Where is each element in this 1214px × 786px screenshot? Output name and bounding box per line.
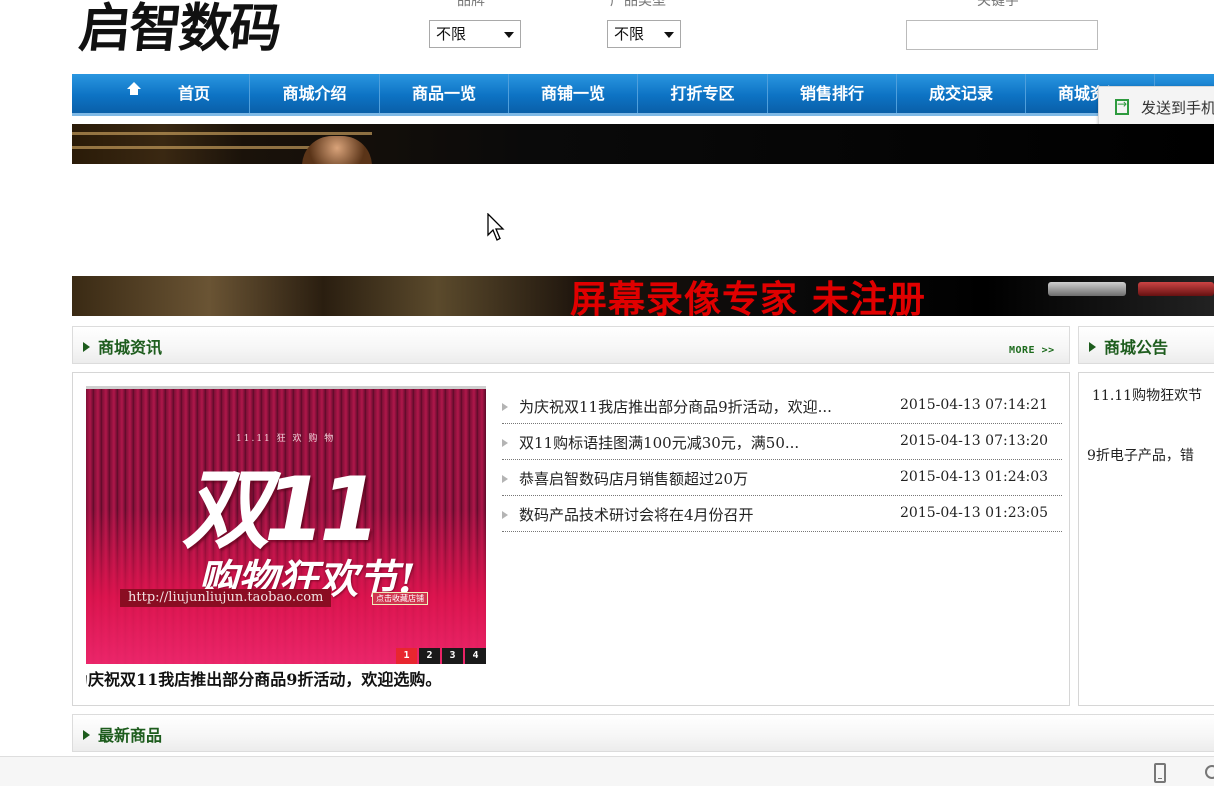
news-section-title: 商城资讯 [83, 334, 162, 358]
brand-filter-label: 品牌 [457, 0, 485, 9]
slide-page-1[interactable]: 1 [396, 648, 417, 664]
nav-shops[interactable]: 商铺一览 [509, 74, 638, 113]
banner-figure [302, 136, 372, 164]
bullet-icon [502, 439, 508, 447]
news-title[interactable]: 恭喜启智数码店月销售额超过20万 [519, 468, 748, 489]
news-date: 2015-04-13 01:23:05 [900, 505, 1049, 521]
news-list-item[interactable]: 为庆祝双11我店推出部分商品9折活动，欢迎... 2015-04-13 07:1… [502, 388, 1062, 424]
send-to-phone-label: 发送到手机 [1141, 99, 1214, 117]
slide-url: http://liujunliujun.taobao.com [120, 589, 332, 607]
phone-icon[interactable] [1154, 763, 1166, 783]
notice-section-title: 商城公告 [1089, 334, 1168, 358]
nav-ranking[interactable]: 销售排行 [768, 74, 897, 113]
notice-line[interactable]: 11.11购物狂欢节 [1092, 385, 1202, 405]
news-title[interactable]: 为庆祝双11我店推出部分商品9折活动，欢迎... [519, 396, 832, 417]
site-logo[interactable]: 启智数码 [76, 0, 284, 61]
type-select[interactable]: 不限 [607, 20, 681, 48]
triangle-right-icon [83, 730, 90, 740]
nav-about[interactable]: 商城介绍 [250, 74, 380, 113]
triangle-right-icon [1089, 342, 1096, 352]
banner-top [72, 124, 1214, 164]
nav-discount[interactable]: 打折专区 [638, 74, 768, 113]
news-list-item[interactable]: 数码产品技术研讨会将在4月份召开 2015-04-13 01:23:05 [502, 496, 1062, 532]
main-nav: 首页 商城介绍 商品一览 商铺一览 打折专区 销售排行 成交记录 商城资讯 [72, 74, 1214, 116]
chevron-down-icon [504, 32, 514, 38]
news-more-link[interactable]: MORE >> [1009, 345, 1055, 356]
news-list-item[interactable]: 双11购标语挂图满100元减30元，满50... 2015-04-13 07:1… [502, 424, 1062, 460]
send-icon [1115, 97, 1129, 115]
triangle-right-icon [83, 342, 90, 352]
keyword-filter-label: 关键字 [977, 0, 1019, 9]
news-title[interactable]: 双11购标语挂图满100元减30元，满50... [519, 432, 799, 453]
notice-section-body [1078, 372, 1214, 706]
latest-section-header: 最新商品 [72, 714, 1214, 752]
nav-products[interactable]: 商品一览 [380, 74, 509, 113]
bullet-icon [502, 511, 508, 519]
latest-section-title: 最新商品 [83, 722, 162, 746]
nav-home-label: 首页 [178, 84, 211, 103]
news-date: 2015-04-13 07:13:20 [900, 433, 1049, 449]
settings-icon[interactable] [1205, 765, 1214, 779]
news-title[interactable]: 数码产品技术研讨会将在4月份召开 [519, 504, 754, 525]
slide-page-3[interactable]: 3 [442, 648, 463, 664]
notice-line[interactable]: 9折电子产品，错 [1087, 445, 1194, 465]
brand-select[interactable]: 不限 [429, 20, 521, 48]
slide-caption[interactable]: 为庆祝双11我店推出部分商品9折活动，欢迎选购。 [86, 666, 486, 690]
promo-slideshow[interactable]: 11.11 狂 欢 购 物 双11 购物狂欢节! http://liujunli… [86, 386, 486, 664]
brand-select-value: 不限 [436, 25, 467, 43]
slide-pager: 1 2 3 4 [394, 648, 486, 664]
type-select-value: 不限 [614, 25, 645, 43]
nav-home[interactable]: 首页 [72, 74, 250, 113]
keyword-input[interactable] [906, 20, 1098, 50]
bullet-icon [502, 403, 508, 411]
recorder-watermark: 屏幕录像专家 未注册 [570, 277, 926, 321]
news-list-item[interactable]: 恭喜启智数码店月销售额超过20万 2015-04-13 01:24:03 [502, 460, 1062, 496]
slide-page-2[interactable]: 2 [419, 648, 440, 664]
nav-deals[interactable]: 成交记录 [897, 74, 1026, 113]
bullet-icon [502, 475, 508, 483]
news-date: 2015-04-13 01:24:03 [900, 469, 1049, 485]
browser-status-bar [0, 756, 1214, 786]
notice-section-header: 商城公告 [1078, 326, 1214, 364]
news-section-header: 商城资讯 MORE >> [72, 326, 1070, 364]
mouse-cursor-icon [487, 213, 505, 241]
chevron-down-icon [664, 32, 674, 38]
type-filter-label: 产品类型 [610, 0, 666, 9]
news-date: 2015-04-13 07:14:21 [900, 397, 1049, 413]
slide-page-4[interactable]: 4 [465, 648, 486, 664]
slide-favorite-badge: 点击收藏店铺 [372, 592, 428, 605]
home-icon [127, 82, 141, 98]
